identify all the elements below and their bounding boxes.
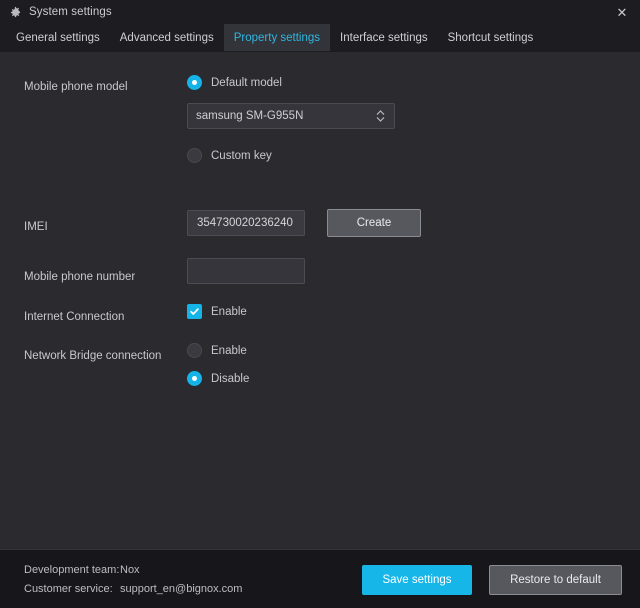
radio-default-model[interactable] [187, 75, 202, 90]
imei-row: Create [187, 209, 421, 237]
phone-number-row [187, 258, 305, 284]
label-internet-connection: Internet Connection [24, 311, 125, 323]
phone-model-select[interactable]: samsung SM-G955N [187, 103, 395, 129]
window-title: System settings [29, 6, 112, 18]
phone-model-select-row[interactable]: samsung SM-G955N [187, 103, 395, 129]
internet-connection-row[interactable]: Enable [187, 304, 247, 319]
chevron-up-down-icon [375, 108, 386, 124]
radio-custom-key[interactable] [187, 148, 202, 163]
footer-support-value: support_en@bignox.com [120, 583, 243, 595]
radio-bridge-disable[interactable] [187, 371, 202, 386]
radio-bridge-enable[interactable] [187, 343, 202, 358]
footer-bar: Development team: Nox Customer service: … [0, 549, 640, 608]
system-settings-window: System settings ✕ General settings Advan… [0, 0, 640, 608]
footer-dev-team-row: Development team: Nox [24, 561, 242, 580]
label-imei: IMEI [24, 221, 48, 233]
phone-number-input-field[interactable] [197, 265, 295, 277]
tab-general-settings[interactable]: General settings [6, 24, 110, 51]
close-icon[interactable]: ✕ [604, 0, 640, 24]
radio-option-default-model[interactable]: Default model [187, 75, 282, 90]
label-mobile-phone-model: Mobile phone model [24, 81, 128, 93]
footer-info: Development team: Nox Customer service: … [24, 561, 242, 599]
radio-option-custom-key[interactable]: Custom key [187, 148, 272, 163]
footer-dev-team-key: Development team: [24, 564, 120, 576]
label-network-bridge-connection: Network Bridge connection [24, 350, 162, 362]
gear-icon [9, 6, 22, 19]
imei-input-field[interactable] [197, 217, 295, 229]
checkbox-internet-connection-enable[interactable] [187, 304, 202, 319]
checkbox-internet-connection-label: Enable [211, 305, 247, 318]
radio-default-model-label: Default model [211, 76, 282, 89]
tab-advanced-settings[interactable]: Advanced settings [110, 24, 224, 51]
label-mobile-phone-number: Mobile phone number [24, 271, 136, 283]
imei-input[interactable] [187, 210, 305, 236]
tab-bar: General settings Advanced settings Prope… [0, 24, 640, 52]
phone-model-select-value: samsung SM-G955N [196, 110, 304, 122]
radio-custom-key-label: Custom key [211, 149, 272, 162]
radio-bridge-enable-label: Enable [211, 344, 247, 357]
save-settings-button[interactable]: Save settings [362, 565, 472, 595]
footer-support-key: Customer service: [24, 583, 113, 595]
title-bar: System settings ✕ [0, 0, 640, 24]
phone-number-input[interactable] [187, 258, 305, 284]
footer-support-row: Customer service: support_en@bignox.com [24, 580, 242, 599]
restore-to-default-button[interactable]: Restore to default [489, 565, 622, 595]
settings-content: Mobile phone model Default model samsung… [0, 52, 640, 549]
tab-property-settings[interactable]: Property settings [223, 24, 331, 51]
footer-dev-team-value: Nox [120, 564, 140, 576]
tab-interface-settings[interactable]: Interface settings [330, 24, 438, 51]
radio-option-bridge-disable[interactable]: Disable [187, 371, 249, 386]
tab-shortcut-settings[interactable]: Shortcut settings [438, 24, 544, 51]
footer-actions: Save settings Restore to default [362, 565, 622, 595]
radio-option-bridge-enable[interactable]: Enable [187, 343, 247, 358]
create-imei-button[interactable]: Create [327, 209, 421, 237]
radio-bridge-disable-label: Disable [211, 372, 250, 385]
